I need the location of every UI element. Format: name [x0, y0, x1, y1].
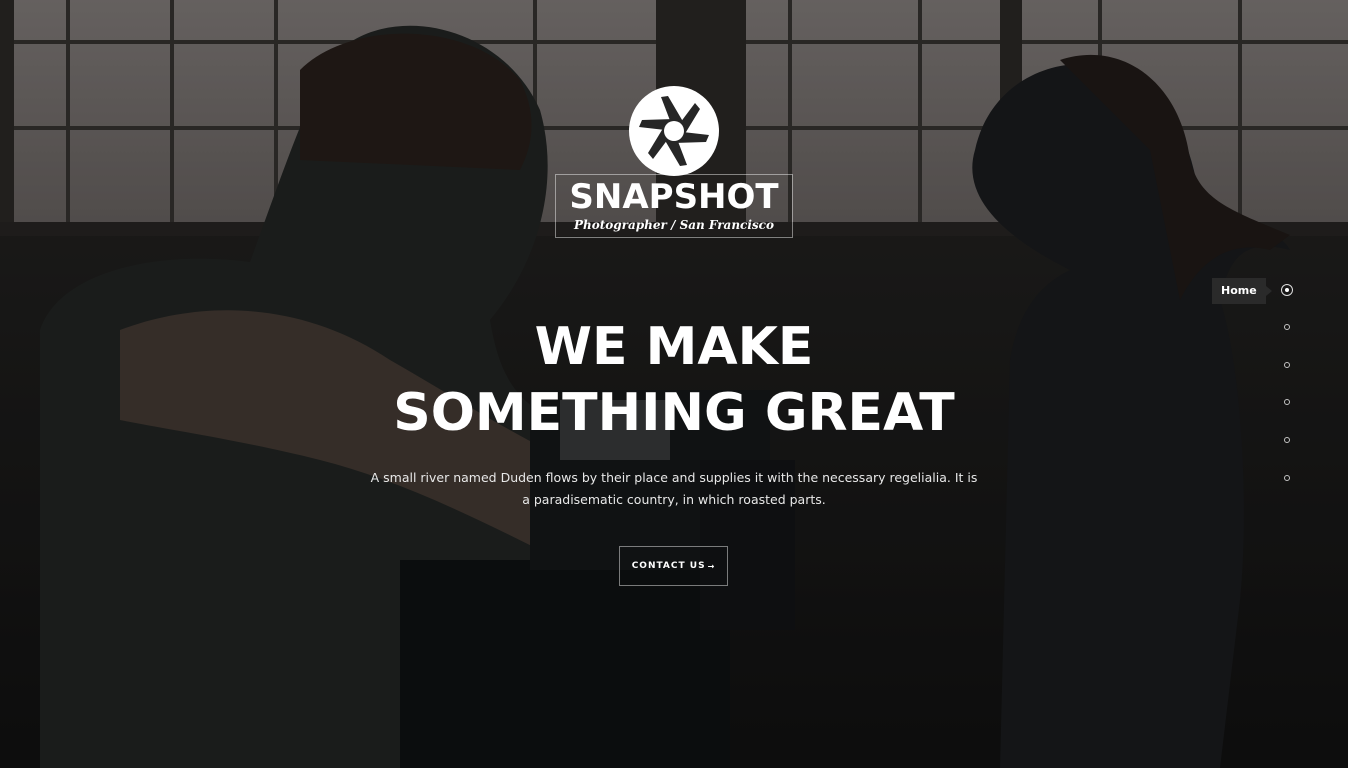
dot-icon: [1284, 437, 1290, 443]
arrow-right-icon: →: [707, 561, 716, 571]
section-dot-4[interactable]: [1280, 395, 1294, 409]
dot-icon: [1284, 362, 1290, 368]
section-dot-2[interactable]: [1280, 320, 1294, 334]
section-dot-6[interactable]: [1280, 471, 1294, 485]
contact-us-label: CONTACT US: [631, 561, 706, 571]
dot-icon: [1284, 324, 1290, 330]
section-dot-home[interactable]: [1280, 283, 1294, 297]
hero-lead-text: A small river named Duden flows by their…: [370, 470, 978, 507]
section-dot-3[interactable]: [1280, 358, 1294, 372]
brand-logo[interactable]: SNAPSHOT Photographer / San Francisco: [0, 85, 1348, 238]
camera-aperture-icon: [629, 86, 719, 176]
dot-icon: [1284, 399, 1290, 405]
hero-headline: WE MAKE SOMETHING GREAT: [0, 314, 1348, 446]
headline-line-1: WE MAKE: [534, 317, 814, 377]
section-nav-tooltip: Home: [1212, 278, 1272, 304]
headline-line-2: SOMETHING GREAT: [393, 383, 955, 443]
section-dot-5[interactable]: [1280, 433, 1294, 447]
contact-us-button[interactable]: CONTACT US →: [619, 546, 728, 586]
brand-name: SNAPSHOT: [569, 177, 779, 217]
dot-icon: [1284, 475, 1290, 481]
brand-tagline: Photographer / San Francisco: [573, 218, 774, 232]
hero-section: SNAPSHOT Photographer / San Francisco WE…: [0, 0, 1348, 768]
active-dot-icon: [1281, 284, 1293, 296]
brand-name-box: SNAPSHOT Photographer / San Francisco: [555, 174, 793, 238]
